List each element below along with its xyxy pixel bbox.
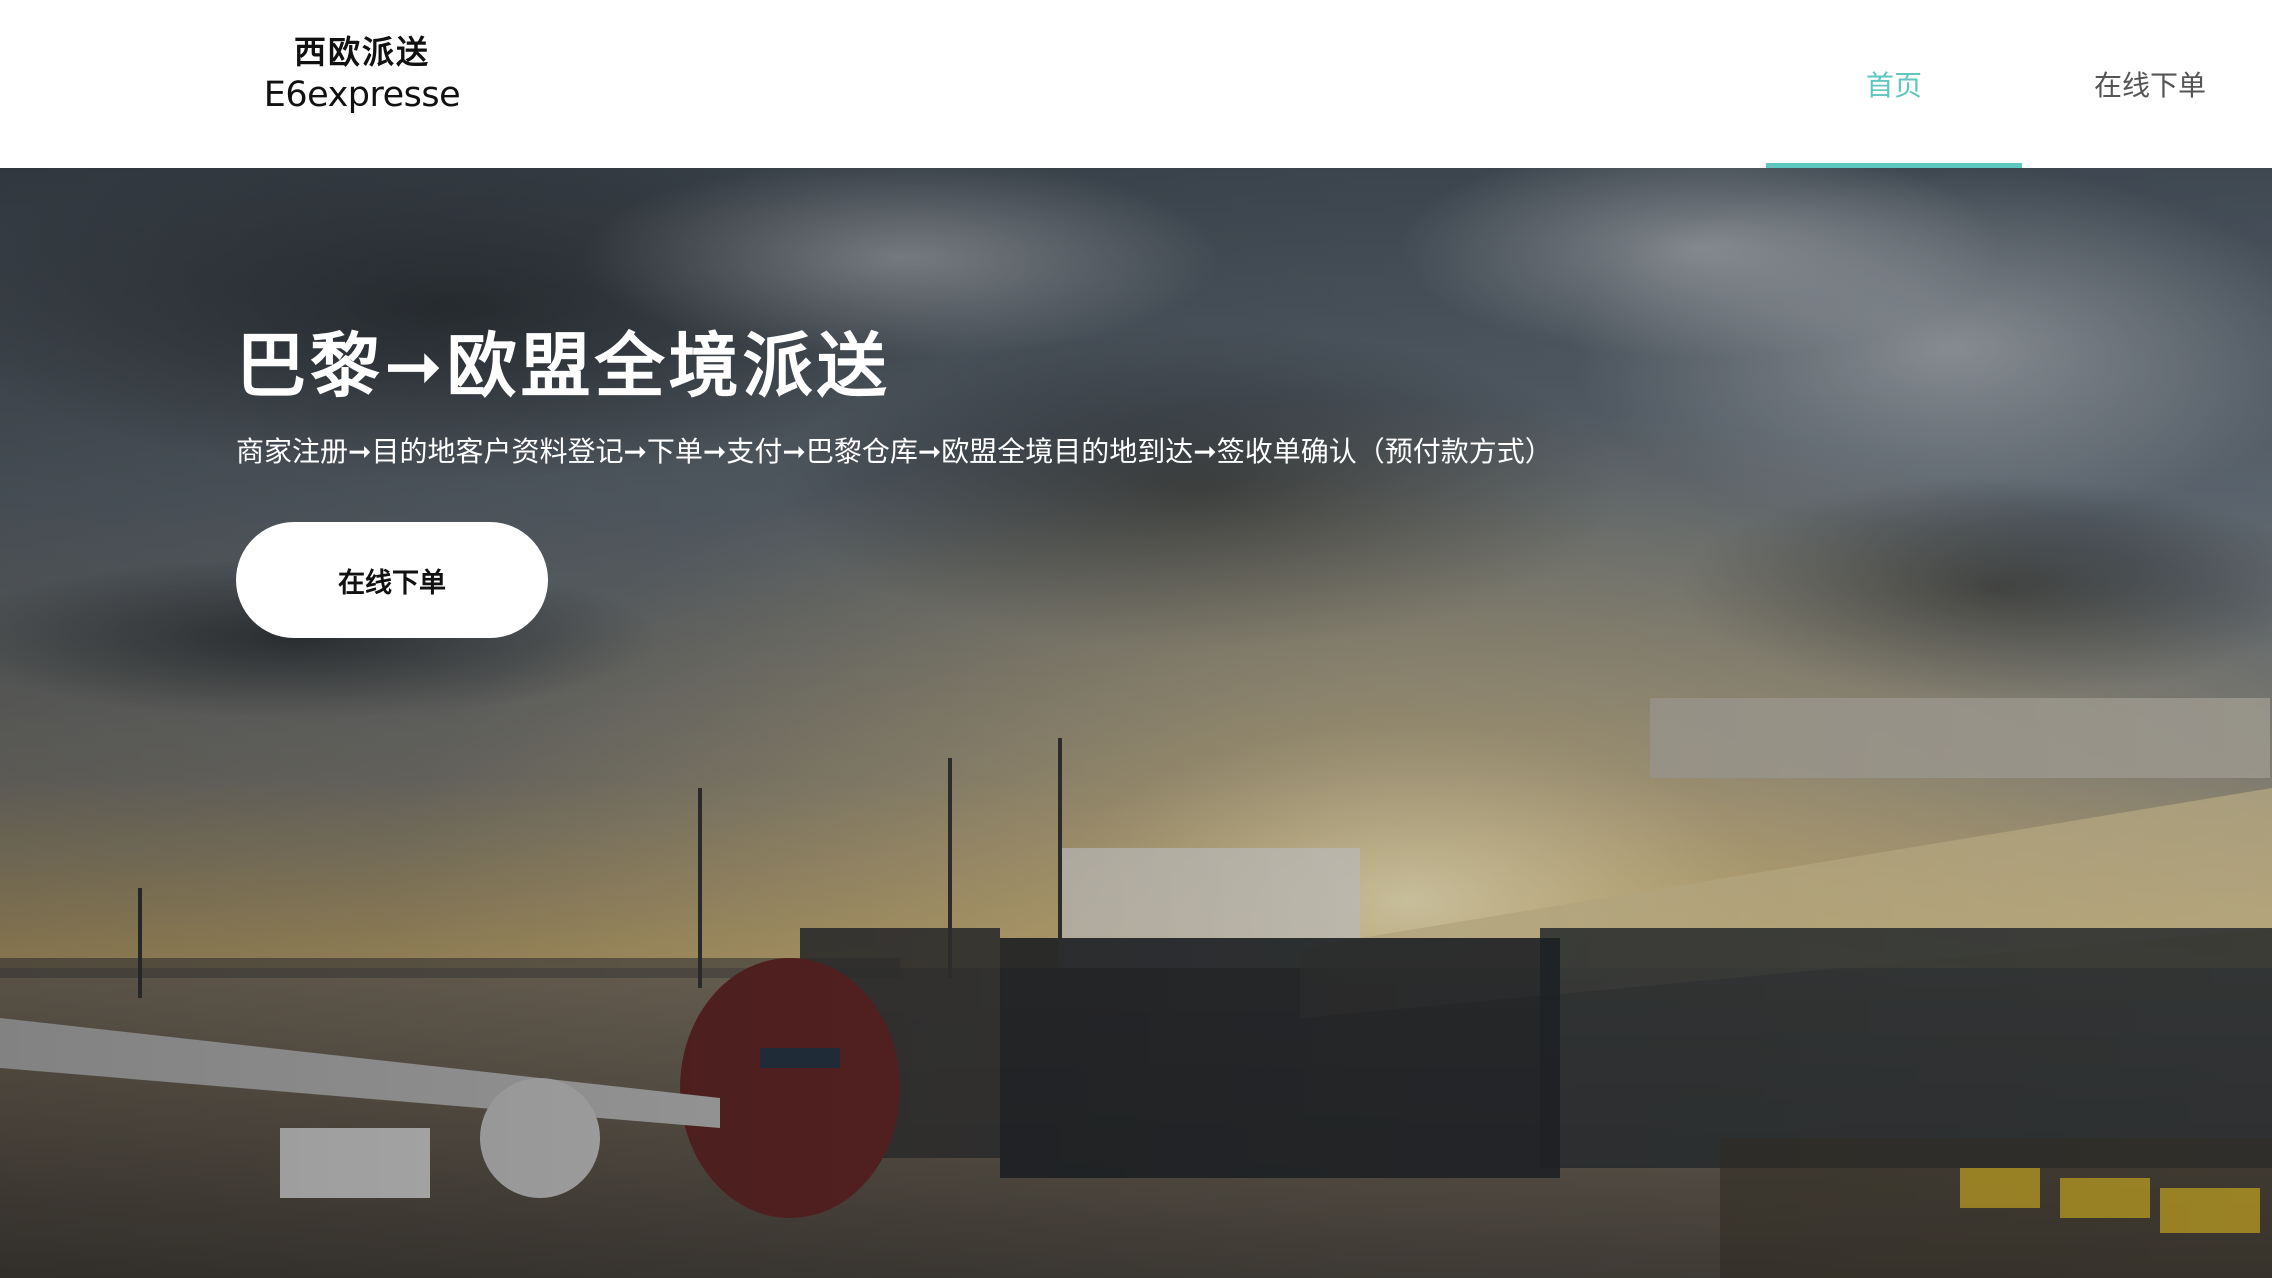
order-online-button[interactable]: 在线下单 <box>236 522 548 638</box>
logo-chinese-name: 西欧派送 <box>293 33 430 71</box>
nav-item-order-online-label: 在线下单 <box>2093 69 2206 102</box>
hero-title: 巴黎➞欧盟全境派送 <box>236 325 891 407</box>
site-header: 西欧派送 E6expresse 首页 在线下单 <box>0 0 2272 168</box>
nav-item-home[interactable]: 首页 <box>1766 0 2022 168</box>
hero-subtitle: 商家注册➞目的地客户资料登记➞下单➞支付➞巴黎仓库➞欧盟全境目的地到达➞签收单确… <box>236 435 1553 468</box>
logo-english-name: E6expresse <box>263 75 461 115</box>
nav-item-order-online[interactable]: 在线下单 <box>2022 0 2272 168</box>
site-logo[interactable]: 西欧派送 E6expresse <box>262 30 462 116</box>
hero-banner: 巴黎➞欧盟全境派送 商家注册➞目的地客户资料登记➞下单➞支付➞巴黎仓库➞欧盟全境… <box>0 168 2272 1278</box>
nav-item-home-label: 首页 <box>1865 69 1922 102</box>
